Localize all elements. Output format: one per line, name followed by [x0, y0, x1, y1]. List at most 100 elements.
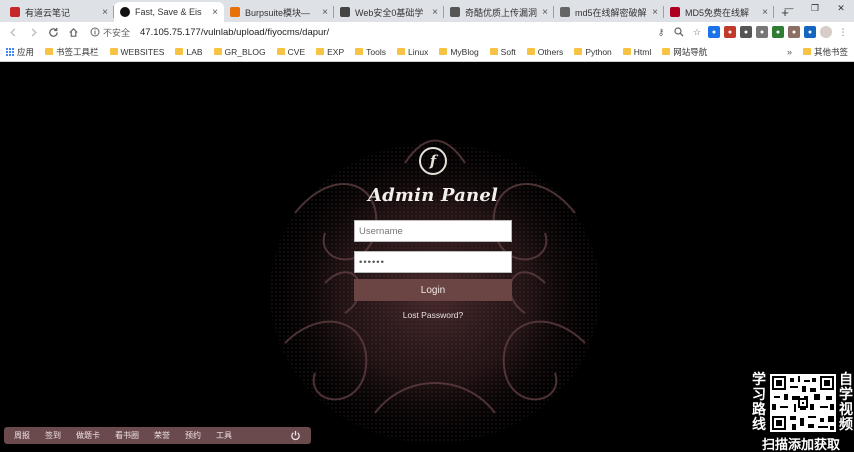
bookmark-label: 网站导航: [673, 46, 708, 57]
back-arrow-icon[interactable]: [4, 23, 22, 41]
extension-icon[interactable]: ●: [708, 26, 720, 38]
bookmark-star-icon[interactable]: ☆: [690, 25, 704, 39]
folder-icon: [175, 48, 184, 55]
tab-title: 奇酷优质上传漏洞: [465, 7, 538, 18]
lost-password-link[interactable]: Lost Password?: [403, 310, 463, 320]
bookmark-folder[interactable]: WEBSITES: [109, 47, 164, 57]
bookmark-label: 应用: [17, 46, 35, 57]
tab-favicon-icon: [230, 7, 240, 17]
tab-close-icon[interactable]: ×: [322, 7, 328, 18]
bookmark-folder[interactable]: Html: [622, 46, 652, 57]
bookmark-other-folder[interactable]: 其他书签: [802, 46, 848, 58]
bookmark-apps[interactable]: 应用: [6, 46, 34, 58]
login-button[interactable]: Login: [354, 279, 512, 301]
dock-item[interactable]: 工具: [216, 430, 232, 441]
bottom-dock-toolbar: 周报 签到 做题卡 看书圈 荣誉 预约 工具: [4, 427, 311, 444]
tab-favicon-icon: [10, 7, 20, 17]
tab-close-icon[interactable]: ×: [762, 7, 768, 18]
bookmark-folder[interactable]: 网站导航: [662, 46, 707, 58]
extension-icon[interactable]: ●: [788, 26, 800, 38]
watermark-bottom-text: 扫描添加获取: [761, 438, 840, 452]
dock-item[interactable]: 荣誉: [154, 430, 170, 441]
bookmark-label: Others: [537, 46, 564, 57]
tab-close-icon[interactable]: ×: [652, 7, 658, 18]
dock-item[interactable]: 周报: [14, 430, 30, 441]
bookmark-folder[interactable]: LAB: [175, 47, 203, 57]
folder-icon: [316, 48, 325, 55]
minimize-button[interactable]: —: [776, 0, 802, 16]
password-input[interactable]: [354, 251, 512, 273]
tab-close-icon[interactable]: ×: [102, 7, 108, 18]
tab-close-icon[interactable]: ×: [542, 7, 548, 18]
bookmark-folder[interactable]: Linux: [397, 47, 428, 57]
bookmark-label: MyBlog: [450, 46, 479, 57]
bookmark-folder[interactable]: Soft: [489, 46, 516, 57]
extension-icon[interactable]: ●: [756, 26, 768, 38]
dock-item[interactable]: 预约: [185, 430, 201, 441]
address-bar[interactable]: 47.105.75.177/vulnlab/upload/fiyocms/dap…: [140, 27, 652, 38]
folder-icon: [662, 48, 671, 55]
bookmark-folder[interactable]: Others: [526, 46, 564, 57]
browser-tab[interactable]: md5在线解密破解 ×: [554, 2, 664, 22]
browser-tab[interactable]: 奇酷优质上传漏洞 ×: [444, 2, 554, 22]
folder-icon: [213, 48, 222, 55]
extension-icon[interactable]: ●: [772, 26, 784, 38]
reload-icon[interactable]: [44, 23, 62, 41]
bookmark-folder[interactable]: Tools: [355, 47, 386, 57]
tab-title: md5在线解密破解: [575, 7, 647, 18]
restore-button[interactable]: ❐: [802, 0, 828, 16]
username-input[interactable]: [354, 220, 512, 242]
folder-icon: [276, 48, 285, 55]
profile-avatar-icon[interactable]: [820, 26, 832, 38]
bookmark-folder[interactable]: GR_BLOG: [213, 47, 266, 57]
site-security-indicator[interactable]: 不安全: [90, 26, 130, 39]
tab-title: 有道云笔记: [25, 7, 71, 18]
tab-title: Burpsuite模块—: [245, 7, 311, 18]
browser-tab-strip: 有道云笔记 × Fast, Save & Eis × Burpsuite模块— …: [0, 0, 854, 22]
page-viewport: f Admin Panel Login Lost Password?: [0, 63, 854, 452]
forward-arrow-icon[interactable]: [24, 23, 42, 41]
bookmark-folder[interactable]: 书签工具栏: [45, 46, 99, 58]
window-controls: — ❐ ✕: [776, 0, 854, 16]
browser-tab[interactable]: 有道云笔记 ×: [4, 2, 114, 22]
watermark-right-text: 自 学 视 频: [838, 373, 854, 433]
tab-close-icon[interactable]: ×: [212, 7, 218, 18]
watermark-char: 学: [752, 372, 766, 388]
bookmark-folder[interactable]: CVE: [276, 47, 305, 57]
folder-icon: [622, 48, 631, 55]
bookmark-label: Soft: [500, 46, 516, 57]
close-window-button[interactable]: ✕: [828, 0, 854, 16]
tab-favicon-icon: [560, 7, 570, 17]
extension-icon[interactable]: ●: [740, 26, 752, 38]
watermark-char: 习: [752, 387, 766, 403]
browser-tab[interactable]: MD5免费在线解 ×: [664, 2, 774, 22]
tab-favicon-icon: [450, 7, 460, 17]
power-icon[interactable]: [289, 430, 301, 442]
tab-close-icon[interactable]: ×: [432, 7, 438, 18]
search-icon[interactable]: [672, 25, 686, 39]
tab-title: MD5免费在线解: [685, 7, 750, 18]
extension-icon[interactable]: ●: [804, 26, 816, 38]
fiyo-logo-icon: f: [419, 147, 447, 175]
browser-tab[interactable]: Web安全0基础学 ×: [334, 2, 444, 22]
extension-icon[interactable]: ●: [724, 26, 736, 38]
bookmark-label: Html: [633, 46, 652, 57]
dock-item[interactable]: 做题卡: [76, 430, 100, 441]
bookmark-folder[interactable]: MyBlog: [439, 46, 479, 57]
bookmark-folder[interactable]: EXP: [316, 47, 344, 57]
qr-code-icon: [770, 374, 836, 432]
key-icon[interactable]: ⚷: [654, 25, 668, 39]
dock-item[interactable]: 看书圈: [115, 430, 139, 441]
bookmarks-bar: 应用 书签工具栏 WEBSITES LAB GR_BLOG CVE EXP To…: [0, 42, 854, 62]
dock-item[interactable]: 签到: [45, 430, 61, 441]
bookmarks-overflow-button[interactable]: »: [787, 47, 792, 57]
bookmark-label: 其他书签: [813, 46, 848, 57]
browser-tab-active[interactable]: Fast, Save & Eis ×: [114, 2, 224, 22]
bookmark-label: 书签工具栏: [56, 46, 99, 57]
home-icon[interactable]: [64, 23, 82, 41]
browser-menu-icon[interactable]: ⋮: [836, 25, 850, 39]
browser-tab[interactable]: Burpsuite模块— ×: [224, 2, 334, 22]
tab-favicon-icon: [670, 7, 680, 17]
bookmark-folder[interactable]: Python: [574, 47, 612, 57]
folder-icon: [355, 48, 364, 55]
